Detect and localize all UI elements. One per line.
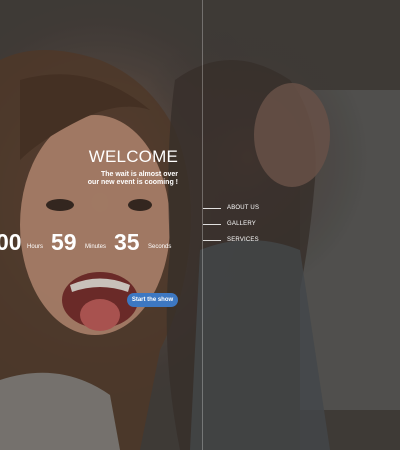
tagline-line-1: The wait is almost over [100,171,178,178]
dark-overlay [0,0,400,450]
start-show-button[interactable]: Start the show [127,293,178,307]
countdown-hours-label: Hours [27,244,44,250]
hero-section [0,0,400,450]
tagline: The wait is almost over our new event is… [68,171,178,187]
nav-item-about-us[interactable]: ABOUT US [203,202,273,214]
welcome-title: WELCOME [88,147,178,166]
countdown-minutes-label: Minutes [85,244,107,250]
countdown-hours: 00 [0,229,22,255]
nav-line-icon [203,240,221,241]
countdown-seconds-label: Seconds [148,244,172,250]
nav-line-icon [203,208,221,209]
countdown-minutes: 59 [51,229,77,255]
nav-item-label: ABOUT US [227,205,260,211]
nav-item-gallery[interactable]: GALLERY [203,218,273,230]
nav-item-label: SERVICES [227,237,259,243]
nav-item-label: GALLERY [227,221,256,227]
tagline-line-2: our new event is cooming ! [87,179,178,186]
countdown-seconds: 35 [114,229,140,255]
countdown-timer: 00 Hours 59 Minutes 35 Seconds [0,228,200,258]
nav-line-icon [203,224,221,225]
nav-item-services[interactable]: SERVICES [203,234,273,246]
